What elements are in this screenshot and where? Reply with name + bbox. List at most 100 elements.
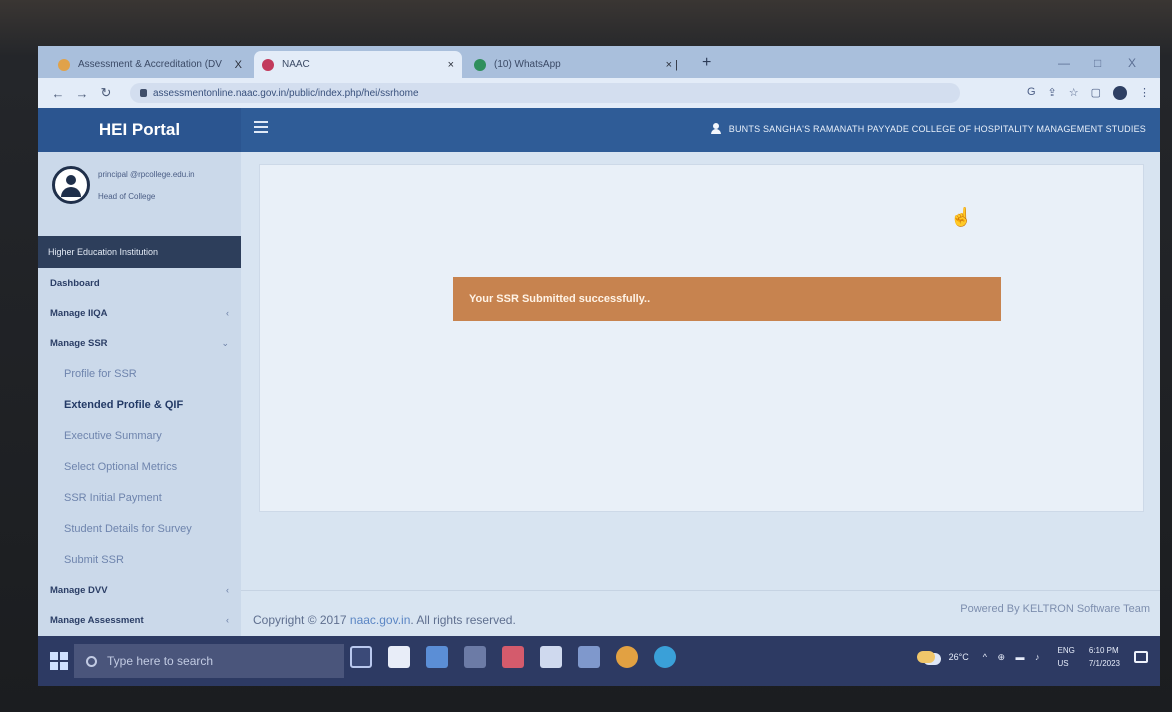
sidebar-item-dashboard[interactable]: Dashboard xyxy=(38,268,241,298)
address-bar[interactable]: assessmentonline.naac.gov.in/public/inde… xyxy=(130,83,960,103)
back-arrow-icon[interactable]: ← xyxy=(46,86,70,101)
tab-label: (10) WhatsApp xyxy=(494,59,561,70)
tray-icons[interactable]: ^ ⊕ ▬ ♪ xyxy=(983,652,1044,663)
hand-cursor-icon: ☝ xyxy=(950,207,973,227)
tab-close-icon[interactable]: × xyxy=(448,59,454,71)
lock-icon xyxy=(140,89,147,97)
sidebar-item-manage-dvv[interactable]: Manage DVV ‹ xyxy=(38,575,241,605)
temperature[interactable]: 26°C xyxy=(949,652,969,662)
lang-code: ENG xyxy=(1057,646,1075,655)
browser-actions: G ⇪ ☆ ▢ ⋮ xyxy=(1027,86,1150,100)
tab-assessment[interactable]: Assessment & Accreditation (DV X xyxy=(50,51,250,78)
windows-start-icon[interactable] xyxy=(50,652,68,670)
submenu-executive-summary[interactable]: Executive Summary xyxy=(38,420,241,451)
forward-arrow-icon[interactable]: → xyxy=(70,86,94,101)
sidebar-item-manage-iiqa[interactable]: Manage IIQA ‹ xyxy=(38,298,241,328)
submenu-extended-profile[interactable]: Extended Profile & QIF xyxy=(38,389,241,420)
tab-favicon-icon xyxy=(262,58,274,71)
photo-background: Assessment & Accreditation (DV X NAAC × … xyxy=(0,0,1172,712)
submenu-profile-for-ssr[interactable]: Profile for SSR xyxy=(38,358,241,389)
tab-label: NAAC xyxy=(282,59,310,70)
url-text: assessmentonline.naac.gov.in/public/inde… xyxy=(153,87,419,99)
sidebar-item-manage-assessment[interactable]: Manage Assessment ‹ xyxy=(38,605,241,635)
search-placeholder: Type here to search xyxy=(107,654,214,668)
taskbar-apps xyxy=(350,646,676,668)
submenu-initial-payment[interactable]: SSR Initial Payment xyxy=(38,482,241,513)
sidebar-profile: principal @rpcollege.edu.in Head of Coll… xyxy=(38,152,241,232)
chrome-app-icon[interactable] xyxy=(616,646,638,668)
copyright-suffix: . All rights reserved. xyxy=(410,613,516,627)
clock[interactable]: 6:10 PM 7/1/2023 xyxy=(1089,644,1120,670)
chevron-down-icon: ⌄ xyxy=(221,337,229,348)
powered-by: Powered By KELTRON Software Team xyxy=(960,603,1150,615)
hamburger-menu-icon[interactable] xyxy=(254,121,268,135)
chevron-left-icon: ‹ xyxy=(226,585,229,595)
edge-app-icon[interactable] xyxy=(654,646,676,668)
taskbar-search-input[interactable]: Type here to search xyxy=(74,644,344,678)
tab-favicon-icon xyxy=(474,58,486,71)
bookmark-star-icon[interactable]: ☆ xyxy=(1069,86,1079,100)
tab-close-icon[interactable]: × | xyxy=(666,59,678,71)
sidebar-item-label: Manage Assessment xyxy=(50,614,144,626)
monitor-screen: Assessment & Accreditation (DV X NAAC × … xyxy=(38,46,1160,686)
sidebar: principal @rpcollege.edu.in Head of Coll… xyxy=(38,152,241,636)
notepad-app-icon[interactable] xyxy=(540,646,562,668)
sidebar-item-label: Manage DVV xyxy=(50,584,108,596)
task-view-icon[interactable] xyxy=(350,646,372,668)
tab-close-icon[interactable]: X xyxy=(235,59,242,71)
tab-label: Assessment & Accreditation (DV xyxy=(78,59,222,70)
calendar-app-icon[interactable] xyxy=(388,646,410,668)
main-content: ☝ Your SSR Submitted successfully.. Copy… xyxy=(241,152,1160,636)
avatar-icon xyxy=(52,166,90,204)
sidebar-item-manage-ssr[interactable]: Manage SSR ⌄ xyxy=(38,328,241,358)
brand-title[interactable]: HEI Portal xyxy=(38,108,241,152)
page-footer: Copyright © 2017 naac.gov.in. All rights… xyxy=(241,590,1160,636)
chevron-left-icon: ‹ xyxy=(226,308,229,318)
windows-taskbar: Type here to search 26°C ^ ⊕ ▬ ♪ ENG US … xyxy=(38,636,1160,686)
clock-date: 7/1/2023 xyxy=(1088,659,1120,668)
tab-favicon-icon xyxy=(58,58,70,71)
header-user[interactable]: BUNTS SANGHA'S RAMANATH PAYYADE COLLEGE … xyxy=(710,123,1146,134)
success-alert: Your SSR Submitted successfully.. xyxy=(453,277,1001,321)
app-header: HEI Portal BUNTS SANGHA'S RAMANATH PAYYA… xyxy=(38,108,1160,152)
clock-time: 6:10 PM xyxy=(1088,646,1119,655)
lang-region: US xyxy=(1057,659,1069,668)
search-icon xyxy=(86,655,97,667)
submenu-student-details[interactable]: Student Details for Survey xyxy=(38,513,241,544)
kebab-menu-icon[interactable]: ⋮ xyxy=(1139,86,1150,100)
submenu-submit-ssr[interactable]: Submit SSR xyxy=(38,544,241,575)
profile-email: principal @rpcollege.edu.in xyxy=(98,170,195,179)
copyright-prefix: Copyright © 2017 xyxy=(253,613,347,627)
profile-avatar-icon[interactable] xyxy=(1113,86,1127,100)
browser-toolbar: ← → ↻ assessmentonline.naac.gov.in/publi… xyxy=(38,78,1160,108)
mail-app-icon[interactable] xyxy=(426,646,448,668)
maximize-button[interactable]: □ xyxy=(1094,56,1101,70)
profile-role: Head of College xyxy=(98,192,156,201)
sidebar-item-label: Manage IIQA xyxy=(50,307,108,319)
file-explorer-icon[interactable] xyxy=(578,646,600,668)
copyright-text: Copyright © 2017 naac.gov.in. All rights… xyxy=(253,613,516,627)
acrobat-app-icon[interactable] xyxy=(502,646,524,668)
sidepanel-icon[interactable]: ▢ xyxy=(1091,86,1101,100)
language-indicator[interactable]: ENG US xyxy=(1058,644,1075,670)
tab-naac[interactable]: NAAC × xyxy=(254,51,462,78)
content-panel: ☝ Your SSR Submitted successfully.. xyxy=(259,164,1144,512)
reload-icon[interactable]: ↻ xyxy=(94,85,118,101)
share-icon[interactable]: ⇪ xyxy=(1048,86,1057,100)
user-icon xyxy=(710,123,721,134)
new-tab-button[interactable]: + xyxy=(702,54,711,72)
close-window-button[interactable]: X xyxy=(1128,56,1136,70)
system-tray: 26°C ^ ⊕ ▬ ♪ ENG US 6:10 PM 7/1/2023 xyxy=(916,644,1148,670)
browser-tab-strip: Assessment & Accreditation (DV X NAAC × … xyxy=(38,46,1160,78)
sidebar-item-label: Dashboard xyxy=(50,277,100,289)
google-icon[interactable]: G xyxy=(1027,86,1036,100)
tab-whatsapp[interactable]: (10) WhatsApp × | xyxy=(466,51,686,78)
paint-app-icon[interactable] xyxy=(464,646,486,668)
sidebar-section-title: Higher Education Institution xyxy=(38,236,241,268)
naac-link[interactable]: naac.gov.in xyxy=(350,613,411,627)
weather-cloud-icon xyxy=(916,651,935,663)
submenu-optional-metrics[interactable]: Select Optional Metrics xyxy=(38,451,241,482)
notification-icon[interactable] xyxy=(1134,651,1148,663)
chevron-left-icon: ‹ xyxy=(226,615,229,625)
minimize-button[interactable]: — xyxy=(1058,56,1070,70)
